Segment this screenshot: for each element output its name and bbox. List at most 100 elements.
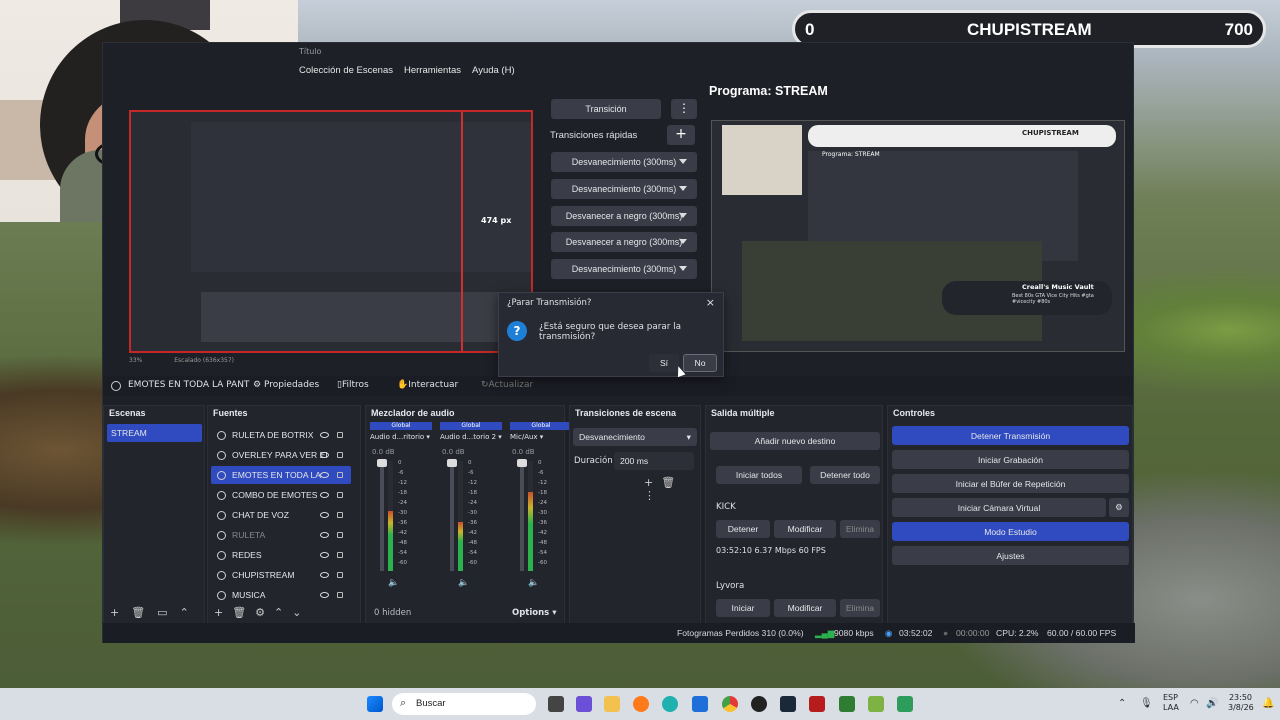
- teams-icon[interactable]: [576, 696, 592, 712]
- lock-icon[interactable]: [337, 452, 343, 458]
- source-item[interactable]: MUSICA: [211, 586, 351, 604]
- stop-streaming-button[interactable]: Detener Transmisión: [892, 426, 1129, 445]
- lock-icon[interactable]: [337, 492, 343, 498]
- channel-name[interactable]: Audio d...torio 2 ▾: [440, 433, 502, 441]
- volume-icon[interactable]: 🔊: [1206, 698, 1218, 709]
- eye-icon[interactable]: [320, 452, 329, 458]
- quick-transition-1[interactable]: Desvanecimiento (300ms): [551, 152, 697, 172]
- virtual-camera-settings-icon[interactable]: ⚙: [1109, 498, 1129, 517]
- eye-icon[interactable]: [320, 592, 329, 598]
- eye-icon[interactable]: [320, 552, 329, 558]
- chrome-icon[interactable]: [722, 696, 738, 712]
- steam-icon[interactable]: [780, 696, 796, 712]
- eye-icon[interactable]: [320, 512, 329, 518]
- quick-transition-2[interactable]: Desvanecimiento (300ms): [551, 179, 697, 199]
- lock-icon[interactable]: [337, 532, 343, 538]
- dialog-close-icon[interactable]: ×: [706, 296, 715, 309]
- quick-transition-4[interactable]: Desvanecer a negro (300ms): [551, 232, 697, 252]
- lock-icon[interactable]: [337, 472, 343, 478]
- virtual-camera-button[interactable]: Iniciar Cámara Virtual: [892, 498, 1106, 517]
- outlook-icon[interactable]: [692, 696, 708, 712]
- menu-tools[interactable]: Herramientas: [404, 65, 461, 81]
- source-item[interactable]: CHUPISTREAM: [211, 566, 351, 584]
- sources-title: Fuentes: [213, 408, 248, 418]
- start-all-button[interactable]: Iniciar todos: [716, 466, 802, 484]
- start-recording-button[interactable]: Iniciar Grabación: [892, 450, 1129, 469]
- source-item[interactable]: REDES: [211, 546, 351, 564]
- windows-start-icon[interactable]: [367, 696, 383, 712]
- app-green-icon[interactable]: [839, 696, 855, 712]
- eye-icon[interactable]: [320, 572, 329, 578]
- lock-icon[interactable]: [337, 512, 343, 518]
- quick-transition-3[interactable]: Desvanecer a negro (300ms): [551, 206, 697, 226]
- scene-toolbar[interactable]: +🗑▭⌃: [110, 606, 201, 619]
- stop-all-button[interactable]: Detener todo: [810, 466, 880, 484]
- lyvora-edit-button[interactable]: Modificar: [774, 599, 836, 617]
- mixer-options-button[interactable]: Options ▾: [512, 608, 556, 618]
- kick-stop-button[interactable]: Detener: [716, 520, 770, 538]
- lyvora-delete-button[interactable]: Elimina: [840, 599, 880, 617]
- lock-icon[interactable]: [337, 432, 343, 438]
- transition-menu-icon[interactable]: ⋮: [671, 99, 697, 119]
- volume-fader[interactable]: [377, 459, 387, 571]
- dialog-no-button[interactable]: No: [683, 354, 717, 372]
- menu-scene-collection[interactable]: Colección de Escenas: [299, 65, 393, 81]
- source-item[interactable]: CHAT DE VOZ: [211, 506, 351, 524]
- notepad-icon[interactable]: [897, 696, 913, 712]
- search-box[interactable]: ⌕ Buscar: [392, 693, 536, 715]
- filters-button[interactable]: ▯Filtros: [337, 380, 369, 390]
- volume-fader[interactable]: [447, 459, 457, 571]
- task-view-icon[interactable]: [548, 696, 564, 712]
- volume-fader[interactable]: [517, 459, 527, 571]
- mute-icon[interactable]: 🔈: [528, 578, 539, 588]
- firefox-icon[interactable]: [633, 696, 649, 712]
- transition-select[interactable]: Desvanecimiento ▾: [573, 428, 697, 446]
- add-destination-button[interactable]: Añadir nuevo destino: [710, 432, 880, 450]
- source-item[interactable]: OVERLEY PARA VER EI: [211, 446, 351, 464]
- transition-tools[interactable]: +🗑⋮: [644, 476, 700, 502]
- lock-icon[interactable]: [337, 572, 343, 578]
- settings-button[interactable]: Ajustes: [892, 546, 1129, 565]
- channel-name[interactable]: Mic/Aux ▾: [510, 433, 572, 441]
- app-red-icon[interactable]: [809, 696, 825, 712]
- language-indicator[interactable]: ESP LAA: [1163, 693, 1179, 713]
- tray-chevron-icon[interactable]: ⌃: [1118, 698, 1126, 709]
- edit-preview[interactable]: 474 px: [129, 110, 533, 353]
- scene-item[interactable]: STREAM: [107, 424, 202, 442]
- eye-hidden-icon[interactable]: [320, 532, 329, 538]
- interact-button[interactable]: ✋Interactuar: [397, 380, 458, 390]
- lock-icon[interactable]: [337, 592, 343, 598]
- mute-icon[interactable]: 🔈: [388, 578, 399, 588]
- refresh-button[interactable]: ↻Actualizar: [481, 380, 533, 390]
- studio-mode-button[interactable]: Modo Estudio: [892, 522, 1129, 541]
- mic-tray-icon[interactable]: 🎙: [1140, 698, 1153, 709]
- quick-transition-5[interactable]: Desvanecimiento (300ms): [551, 259, 697, 279]
- source-item[interactable]: RULETA DE BOTRIX: [211, 426, 351, 444]
- transition-button[interactable]: Transición: [551, 99, 661, 119]
- wifi-icon[interactable]: ◠: [1190, 698, 1199, 709]
- eye-icon[interactable]: [320, 432, 329, 438]
- file-explorer-icon[interactable]: [604, 696, 620, 712]
- eye-icon[interactable]: [320, 472, 329, 478]
- source-item[interactable]: EMOTES EN TODA LA: [211, 466, 351, 484]
- lock-icon[interactable]: [337, 552, 343, 558]
- kick-delete-button[interactable]: Elimina: [840, 520, 880, 538]
- source-item[interactable]: RULETA: [211, 526, 351, 544]
- channel-name[interactable]: Audio d...ritorio ▾: [370, 433, 432, 441]
- eye-icon[interactable]: [320, 492, 329, 498]
- lyvora-start-button[interactable]: Iniciar: [716, 599, 770, 617]
- mute-icon[interactable]: 🔈: [458, 578, 469, 588]
- add-quick-transition-button[interactable]: +: [667, 125, 695, 145]
- obs-icon[interactable]: [751, 696, 767, 712]
- notification-bell-icon[interactable]: 🔔: [1262, 698, 1274, 709]
- menu-help[interactable]: Ayuda (H): [472, 65, 515, 81]
- minecraft-icon[interactable]: [868, 696, 884, 712]
- source-item[interactable]: COMBO DE EMOTES: [211, 486, 351, 504]
- kick-edit-button[interactable]: Modificar: [774, 520, 836, 538]
- replay-buffer-button[interactable]: Iniciar el Búfer de Repetición: [892, 474, 1129, 493]
- clock[interactable]: 23:50 3/8/26: [1228, 693, 1254, 713]
- properties-button[interactable]: ⚙ Propiedades: [253, 380, 319, 390]
- duration-input[interactable]: 200 ms: [614, 452, 694, 470]
- source-toolbar-buttons[interactable]: +🗑⚙⌃⌄: [214, 606, 310, 619]
- edge-icon[interactable]: [662, 696, 678, 712]
